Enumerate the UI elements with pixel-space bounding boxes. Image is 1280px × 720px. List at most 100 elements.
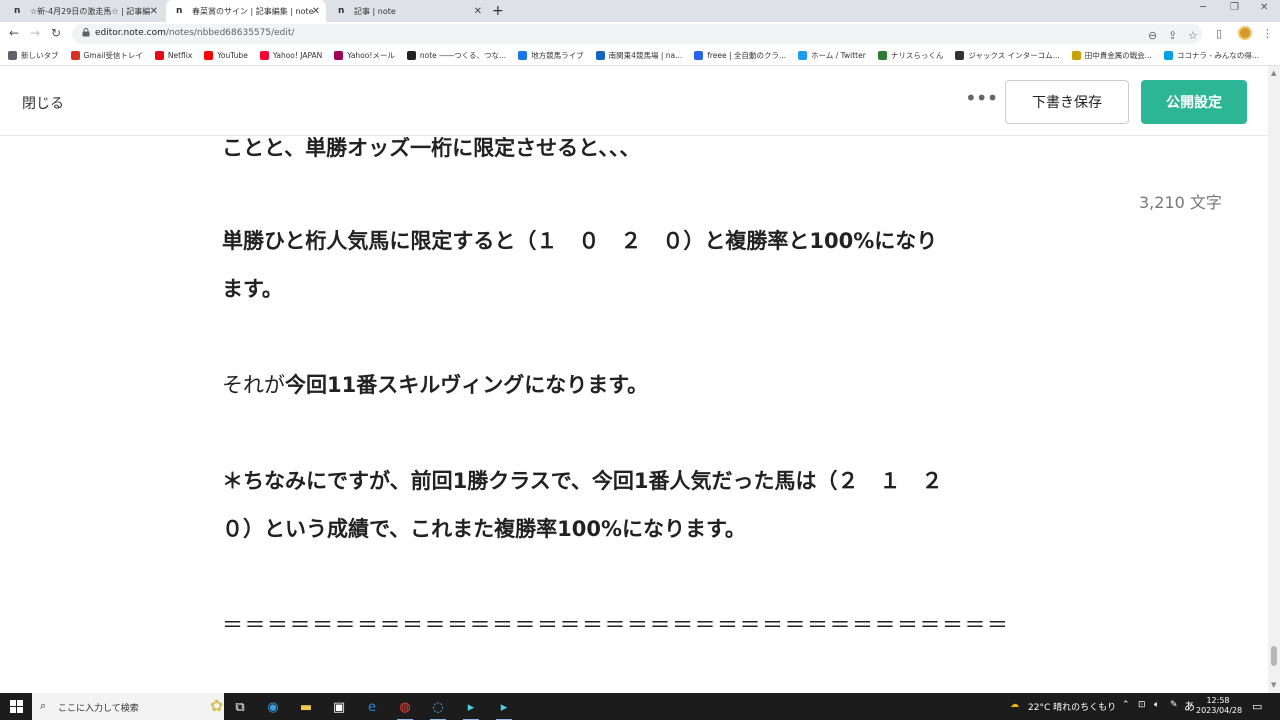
store-icon[interactable]: ▣ — [329, 697, 349, 717]
new-tab-icon[interactable]: + — [492, 3, 504, 19]
bookmark-item[interactable]: 南関東4競馬場 | na... — [595, 50, 682, 61]
flower-decoration-icon: ✿ — [210, 696, 224, 715]
ime-indicator[interactable]: あ — [1184, 698, 1195, 714]
bookmark-item[interactable]: ジャックス インターコム... — [955, 50, 1060, 61]
bookmark-item[interactable]: ナリスらっくん — [877, 50, 943, 61]
bookmark-item[interactable]: 新しいタブ — [8, 50, 59, 61]
tab-3[interactable]: n 記事 | note ✕ — [328, 0, 488, 22]
scroll-up-icon[interactable]: ▲ — [1271, 69, 1276, 77]
bookmark-label: Yahoo!メール — [347, 51, 395, 60]
close-window-icon[interactable]: ✕ — [1260, 2, 1268, 13]
url-host: editor.note.com — [95, 28, 166, 38]
freee-icon — [694, 51, 704, 60]
clock-date: 2023/04/28 — [1196, 706, 1243, 715]
paragraph-3-normal: それが — [222, 373, 285, 397]
tray-chevron-icon[interactable]: ⌃ — [1122, 700, 1130, 710]
nankan-icon — [595, 51, 605, 60]
task-view-icon[interactable]: ⧉ — [230, 697, 250, 717]
bookmark-item[interactable]: Gmail受信トレイ — [70, 50, 143, 61]
bookmark-item[interactable]: Yahoo! JAPAN — [259, 51, 323, 60]
address-bar[interactable]: editor.note.com/notes/nbbed68635575/edit… — [72, 24, 1202, 44]
tab-2[interactable]: n 春菜賞のサイン | 記事編集 | note ✕ — [166, 0, 326, 22]
menu-icon[interactable]: ⋮ — [1262, 27, 1273, 40]
paragraph-2-line-2[interactable]: ます。 — [222, 265, 283, 313]
paragraph-cut[interactable]: ことと、単勝オッズ一桁に限定させると、、、 — [222, 137, 640, 172]
bookmarks-bar: 新しいタブ Gmail受信トレイ Netflix YouTube Yahoo! JAPA… — [0, 46, 1280, 66]
bookmark-item[interactable]: note ――つくる、つな... — [406, 50, 506, 61]
globe-app-icon[interactable]: ◌ — [428, 697, 448, 720]
char-count: 3,210 文字 — [1139, 193, 1222, 212]
bookmark-item[interactable]: Yahoo!メール — [334, 50, 395, 61]
youtube-icon — [204, 51, 214, 60]
ie-icon[interactable]: e — [362, 697, 382, 717]
taskbar-search[interactable]: ⌕ ここに入力して検索 ✿ — [32, 693, 224, 720]
chrome-icon[interactable]: ◍ — [395, 697, 415, 720]
bookmark-item[interactable]: 田中貴金属の戦会... — [1071, 50, 1152, 61]
note-favicon-icon: n — [176, 6, 183, 16]
windows-start-icon[interactable] — [10, 700, 23, 713]
share-icon[interactable]: ⇪ — [1168, 29, 1177, 42]
jaccs-icon — [955, 51, 965, 60]
globe-icon — [8, 51, 17, 60]
gmail-icon — [70, 51, 80, 60]
bookmark-label: ジャックス インターコム... — [968, 51, 1060, 60]
bookmark-item[interactable]: Netflix — [154, 51, 193, 60]
paragraph-4-line-2[interactable]: ０）という成績で、これまた複勝率100%になります。 — [222, 505, 746, 553]
edge-icon[interactable]: ◉ — [263, 697, 283, 717]
scroll-down-icon[interactable]: ▼ — [1271, 681, 1276, 689]
yahoo-icon — [259, 51, 269, 60]
close-icon[interactable]: ✕ — [474, 6, 482, 17]
lock-icon — [82, 28, 90, 37]
bookmark-label: Netflix — [167, 51, 193, 60]
close-icon[interactable]: ✕ — [312, 6, 320, 17]
tab-1[interactable]: n ☆新-4月29日の激走馬☆ | 記事編 ✕ — [4, 0, 164, 22]
taskbar: ⌕ ここに入力して検索 ✿ ⧉ ◉ ▬ ▣ e ◍ ◌ ▸ ▸ ☁ 22°C 晴… — [0, 693, 1280, 720]
weather-text[interactable]: 22°C 晴れのちくもり — [1028, 700, 1116, 713]
yahoo-mail-icon — [334, 51, 344, 60]
weather-icon[interactable]: ☁ — [1010, 700, 1019, 710]
bookmark-item[interactable]: 地方競馬ライブ — [518, 50, 584, 61]
paragraph-4-line-1[interactable]: ＊ちなみにですが、前回1勝クラスで、今回1番人気だった馬は（２ １ ２ — [222, 457, 943, 505]
paragraph-3-bold: 今回11番スキルヴィングになります。 — [285, 373, 649, 397]
save-draft-button[interactable]: 下書き保存 — [1005, 80, 1129, 124]
notification-icon[interactable]: ▭ — [1252, 700, 1262, 713]
paragraph-3[interactable]: それが今回11番スキルヴィングになります。 — [222, 361, 648, 409]
url-text: editor.note.com/notes/nbbed68635575/edit… — [95, 28, 294, 38]
close-icon[interactable]: ✕ — [150, 6, 158, 17]
note-favicon-icon: n — [14, 6, 21, 16]
tab-2-label: 春菜賞のサイン | 記事編集 | note — [192, 6, 314, 16]
bookmark-label: 地方競馬ライブ — [531, 51, 584, 60]
forward-icon[interactable]: → — [30, 26, 40, 40]
url-path: /notes/nbbed68635575/edit/ — [165, 28, 295, 38]
page-scrollbar[interactable]: ▲ ▼ — [1268, 66, 1280, 693]
divider-line[interactable]: ＝＝＝＝＝＝＝＝＝＝＝＝＝＝＝＝＝＝＝＝＝＝＝＝＝＝＝＝＝＝＝＝＝＝＝ — [222, 601, 1010, 649]
scroll-thumb[interactable] — [1271, 646, 1277, 666]
profile-avatar[interactable] — [1238, 26, 1252, 40]
publish-settings-button[interactable]: 公開設定 — [1141, 80, 1247, 124]
network-icon[interactable]: ⊡ — [1138, 700, 1146, 710]
reload-icon[interactable]: ↻ — [51, 26, 61, 40]
file-explorer-icon[interactable]: ▬ — [296, 697, 316, 717]
bookmark-item[interactable]: YouTube — [204, 51, 248, 60]
terminal-app-2-icon[interactable]: ▸ — [494, 697, 514, 720]
bookmark-item[interactable]: ココナラ - みんなの得... — [1163, 50, 1259, 61]
clock[interactable]: 12:58 2023/04/28 — [1196, 696, 1243, 716]
taskbar-search-placeholder: ここに入力して検索 — [58, 704, 139, 714]
minimize-icon[interactable]: ─ — [1200, 2, 1206, 13]
volume-icon[interactable]: 🔈︎ — [1154, 700, 1159, 710]
maximize-icon[interactable]: ❐ — [1230, 2, 1239, 13]
article-editor[interactable]: ことと、単勝オッズ一桁に限定させると、、、 3,210 文字 単勝ひと桁人気馬に… — [0, 137, 1268, 693]
bookmark-item[interactable]: ホーム / Twitter — [798, 50, 866, 61]
back-icon[interactable]: ← — [9, 26, 19, 40]
paragraph-2-line-1[interactable]: 単勝ひと桁人気馬に限定すると（１ ０ ２ ０）と複勝率と100%になり — [222, 217, 937, 265]
pen-icon[interactable]: ✎ — [1170, 700, 1178, 710]
side-panel-icon[interactable]: ▯ — [1216, 27, 1222, 40]
star-icon[interactable]: ☆ — [1188, 29, 1198, 42]
bookmark-label: 新しいタブ — [21, 51, 59, 60]
more-options-icon[interactable]: ••• — [965, 86, 998, 110]
bookmark-item[interactable]: freee | 全自動のクラ... — [694, 50, 786, 61]
bookmark-label: Yahoo! JAPAN — [272, 51, 323, 60]
zoom-icon[interactable]: ⊖ — [1148, 29, 1157, 42]
terminal-app-icon[interactable]: ▸ — [461, 697, 481, 720]
close-button[interactable]: 閉じる — [22, 93, 64, 113]
